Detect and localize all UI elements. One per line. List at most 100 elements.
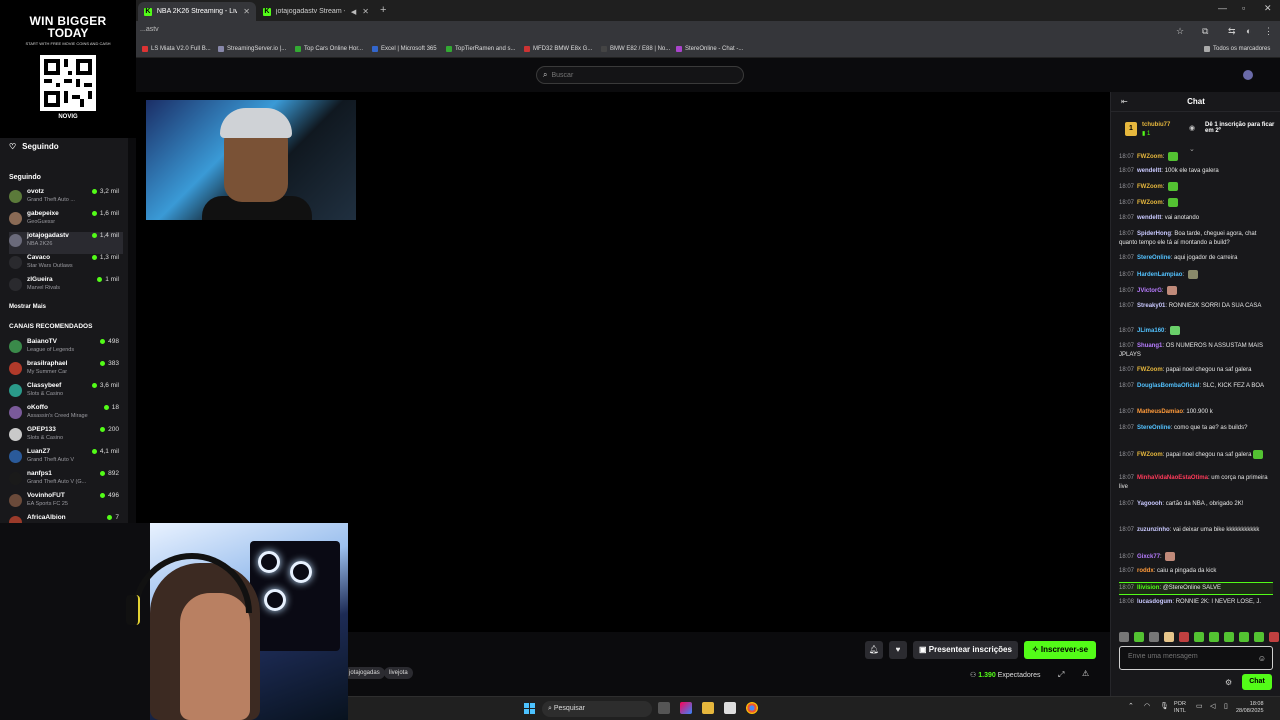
sidebar-channel[interactable]: GPEP133 Slots & Casino 200 <box>9 426 123 448</box>
emote-icon[interactable] <box>1269 632 1279 642</box>
taskbar-search[interactable]: ⌕ Pesquisar <box>542 701 652 717</box>
chat-message[interactable]: 18:07 JLima160: <box>1119 326 1271 336</box>
chat-message[interactable]: 18:07 MatheusDamiao: 100.900 k <box>1119 408 1271 417</box>
sidebar-channel[interactable]: Classybeef Slots & Casino 3,6 mil <box>9 382 123 404</box>
chat-message[interactable]: 18:08 lucasdogum: RONNIE 2K: I NEVER LOSE… <box>1119 598 1271 607</box>
sidebar-channel[interactable]: jotajogadastv NBA 2K26 1,4 mil <box>9 232 123 254</box>
message-user[interactable]: lucasdogum <box>1137 599 1172 605</box>
emote-icon[interactable] <box>1254 632 1264 642</box>
chat-message[interactable]: 18:07 Streaky01: RONNIE2K SORRI DA SUA CA… <box>1119 302 1271 311</box>
bookmark-4[interactable]: TopTierRamen and s... <box>446 46 515 52</box>
wifi-icon[interactable]: ◠ <box>1144 702 1150 710</box>
message-user[interactable]: MatheusDamiao <box>1137 409 1183 415</box>
chat-message[interactable]: 18:07 HardenLampiao: <box>1119 270 1271 280</box>
emote-icon[interactable] <box>1224 632 1234 642</box>
message-user[interactable]: FWZoom <box>1137 367 1163 373</box>
emote-icon[interactable] <box>1149 632 1159 642</box>
avatar[interactable] <box>1243 70 1253 80</box>
emote-icon[interactable] <box>1209 632 1219 642</box>
chat-message[interactable]: 18:07 Ilivision: @StereOnline SALVE <box>1119 582 1273 595</box>
gift-subs-button[interactable]: ▣ Presentear inscrições <box>913 641 1018 659</box>
chat-message[interactable]: 18:07 wendeltt: 100k ele tava galera <box>1119 167 1271 176</box>
message-user[interactable]: JLima160 <box>1137 328 1164 334</box>
chat-message-input[interactable] <box>1128 653 1248 660</box>
sidebar-channel[interactable]: nanfps1 Grand Theft Auto V (G... 892 <box>9 470 123 492</box>
notification-bell-button[interactable]: 🔔︎ <box>865 641 883 659</box>
emote-icon[interactable] <box>1134 632 1144 642</box>
emote-icon[interactable] <box>1164 632 1174 642</box>
speaker-icon[interactable]: ◀ <box>351 8 356 16</box>
chat-message[interactable]: 18:07 DouglasBombaOficial: SLC, KICK FEZ … <box>1119 382 1271 391</box>
message-user[interactable]: JVictorG <box>1137 288 1162 294</box>
browser-tab-0[interactable]: K NBA 2K26 Streaming - Live Stre ✕ <box>138 2 256 21</box>
message-user[interactable]: FWZoom <box>1137 184 1163 190</box>
emoji-icon[interactable]: ☺ <box>1258 654 1266 663</box>
chat-message[interactable]: 18:07 FWZoom: papai noel chegou na saf ga… <box>1119 450 1271 460</box>
url-text[interactable]: ...astv <box>140 26 159 33</box>
subscribe-button[interactable]: ✧ Inscrever-se <box>1024 641 1096 659</box>
following-header[interactable]: ♡ Seguindo <box>9 142 59 151</box>
message-user[interactable]: Ilivision <box>1137 585 1159 591</box>
chat-message[interactable]: 18:07 zuzunzinho: vai deixar uma bike kkk… <box>1119 526 1271 535</box>
message-user[interactable]: MinhaVidaNaoEstaOtima <box>1137 475 1208 481</box>
file-explorer-icon[interactable] <box>702 702 714 714</box>
sidebar-channel[interactable]: oKoffo Assassin's Creed Mirage 18 <box>9 404 123 426</box>
sidebar-channel[interactable]: brasilraphael My Summer Car 383 <box>9 360 123 382</box>
menu-icon[interactable]: ⋮ <box>1264 26 1273 37</box>
bookmark-3[interactable]: Excel | Microsoft 365 <box>372 46 437 52</box>
emote-icon[interactable] <box>1119 632 1129 642</box>
message-user[interactable]: Streaky01 <box>1137 303 1165 309</box>
new-tab-icon[interactable]: + <box>380 4 386 16</box>
chrome-icon[interactable] <box>746 702 758 714</box>
chat-message[interactable]: 18:07 StereOnline: como que ta ae? as bui… <box>1119 424 1271 433</box>
cast-icon[interactable]: ⇆ <box>1228 26 1236 37</box>
close-tab-icon[interactable]: ✕ <box>362 7 369 16</box>
chat-input-box[interactable]: ☺ <box>1119 646 1273 670</box>
mic-icon[interactable]: 🎙︎ <box>1160 702 1169 710</box>
sidebar-channel[interactable]: ovotz Grand Theft Auto ... 3,2 mil <box>9 188 123 210</box>
chat-message[interactable]: 18:07 FWZoom: <box>1119 152 1271 162</box>
star-icon[interactable]: ☆ <box>1176 26 1184 37</box>
emote-icon[interactable] <box>1194 632 1204 642</box>
tag-livejota[interactable]: livejota <box>384 667 413 679</box>
battery-icon[interactable]: ▯ <box>1224 702 1228 710</box>
message-user[interactable]: Yagoooh <box>1137 501 1162 507</box>
bookmark-5[interactable]: MFD32 BMW E8x G... <box>524 46 592 52</box>
message-user[interactable]: FWZoom <box>1137 200 1163 206</box>
chat-message[interactable]: 18:07 JVictorG: <box>1119 286 1271 296</box>
tag-jotajogadas[interactable]: jotajogadas <box>344 667 385 679</box>
sidebar-channel[interactable]: BaianoTV League of Legends 498 <box>9 338 123 360</box>
ad-overlay[interactable]: WIN BIGGER TODAY START WITH FREE MOVIE C… <box>0 0 136 138</box>
show-more-link[interactable]: Mostrar Mais <box>9 304 46 310</box>
sidebar-channel[interactable]: gabepeixe GeoGuessr 1,6 mil <box>9 210 123 232</box>
close-window-icon[interactable]: ✕ <box>1264 3 1272 14</box>
language-indicator[interactable]: POR INTL <box>1174 701 1186 715</box>
chat-message[interactable]: 18:07 roddx: caiu a pingada da kick <box>1119 567 1271 576</box>
store-icon[interactable] <box>724 702 736 714</box>
pinned-gift-banner[interactable]: 1 tchubiu77 ▮ 1 ◉ Dê 1 inscrição para fi… <box>1117 118 1275 142</box>
network-icon[interactable]: ▭ <box>1196 702 1203 710</box>
bookmark-7[interactable]: StereOnline - Chat -... <box>676 46 743 52</box>
bookmark-1[interactable]: StreamingServer.io |... <box>218 46 286 52</box>
bookmark-2[interactable]: Top Cars Online Hor... <box>295 46 363 52</box>
clock[interactable]: 18:08 28/08/2025 <box>1236 701 1264 715</box>
bookmark-0[interactable]: LS Miata V2.0 Full B... <box>142 46 211 52</box>
chat-message[interactable]: 18:07 FWZoom: papai noel chegou na saf ga… <box>1119 366 1271 375</box>
search-box[interactable]: ⌕ <box>536 66 744 84</box>
message-user[interactable]: StereOnline <box>1137 255 1171 261</box>
chat-message[interactable]: 18:07 Gixck77: <box>1119 552 1271 562</box>
share-icon[interactable]: ⤢ <box>1058 670 1064 680</box>
message-user[interactable]: Gixck77 <box>1137 554 1160 560</box>
close-tab-icon[interactable]: ✕ <box>243 7 250 16</box>
extensions-icon[interactable]: ⧉ <box>1202 26 1208 37</box>
profile-icon[interactable]: ◐ <box>1246 26 1251 36</box>
chat-message[interactable]: 18:07 StereOnline: aqui jogador de carrei… <box>1119 254 1271 263</box>
chat-message[interactable]: 18:07 Shuang1: OS NUMEROS N ASSUSTAM MAIS… <box>1119 342 1271 359</box>
browser-tab-1[interactable]: K jotajogadastv Stream - Wa ◀ ✕ <box>257 2 375 21</box>
search-input[interactable] <box>551 71 732 79</box>
chat-message[interactable]: 18:07 MinhaVidaNaoEstaOtima: um corça na … <box>1119 474 1271 491</box>
message-user[interactable]: wendeltt <box>1137 168 1161 174</box>
chat-message[interactable]: 18:07 wendeltt: vai anotando <box>1119 214 1271 223</box>
chat-message[interactable]: 18:07 FWZoom: <box>1119 182 1271 192</box>
bookmark-6[interactable]: BMW E82 / E88 | No... <box>601 46 670 52</box>
